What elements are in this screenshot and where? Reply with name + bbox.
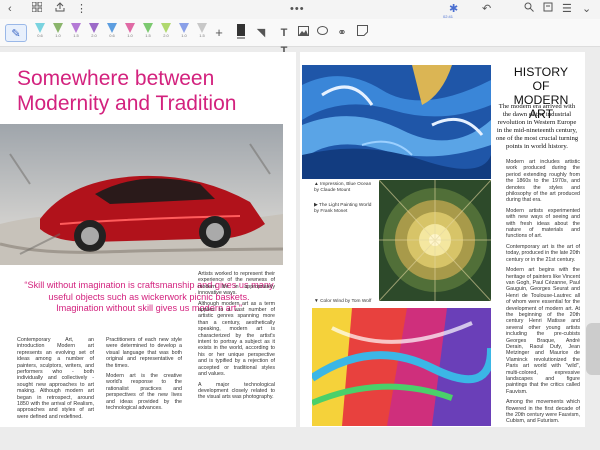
color-wind-painting — [312, 308, 491, 426]
pen-size-label: 2.0 — [91, 33, 97, 38]
light-painting-image — [379, 180, 491, 301]
image-tool-icon[interactable] — [297, 24, 309, 42]
side-panel-handle[interactable] — [586, 323, 600, 375]
pen-size-label: 1.5 — [199, 33, 205, 38]
body-paragraph: Modern art begins with the heritage of p… — [506, 267, 580, 395]
column-1-text: Contemporary Art, an introduction Modern… — [17, 337, 94, 420]
back-icon[interactable]: ‹ — [8, 2, 12, 16]
red-sports-car-image — [0, 124, 283, 265]
pen-size-label: 1.0 — [181, 33, 187, 38]
add-pen-button[interactable]: + — [213, 24, 225, 42]
pen-preset-1[interactable]: 0.6 — [33, 23, 47, 43]
pen-tip-icon — [53, 23, 63, 33]
pen-tip-icon — [197, 23, 207, 33]
column-2-text-a: Practitioners of each new style were det… — [106, 337, 182, 369]
menu-icon[interactable]: ☰ — [562, 2, 572, 16]
right-text-column: Modern art includes artistic work produc… — [506, 159, 580, 427]
column-3-text-a: Artists worked to represent their experi… — [198, 271, 275, 297]
comment-icon[interactable] — [316, 24, 328, 42]
pen-size-label: 2.0 — [163, 33, 169, 38]
text-column-2: Practitioners of each new style were det… — [106, 337, 182, 415]
body-paragraph: Among the movements which flowered in th… — [506, 399, 580, 425]
pen-tip-icon — [71, 23, 81, 33]
pen-tip-icon — [125, 23, 135, 33]
bookmark-icon[interactable] — [543, 2, 553, 16]
pen-preset-3[interactable]: 1.5 — [69, 23, 83, 43]
pen-preset-8[interactable]: 2.0 — [159, 23, 173, 43]
caption-3: ▼ Color Wind by Tom Wolf — [314, 299, 372, 304]
pen-size-label: 1.5 — [145, 33, 151, 38]
eraser-icon[interactable] — [235, 24, 247, 42]
text-tool-icon[interactable]: T​T — [278, 24, 290, 57]
sticky-note-icon[interactable] — [356, 24, 368, 42]
pen-tip-icon — [161, 23, 171, 33]
pen-tip-icon — [35, 23, 45, 33]
pen-tip-icon — [143, 23, 153, 33]
pen-preset-2[interactable]: 1.0 — [51, 23, 65, 43]
bottom-bar — [0, 436, 600, 450]
pen-preset-10[interactable]: 1.5 — [195, 23, 209, 43]
text-column-3: Artists worked to represent their experi… — [198, 271, 275, 405]
text-column-1: Contemporary Art, an introduction Modern… — [17, 337, 94, 424]
pen-tip-icon — [89, 23, 99, 33]
body-paragraph: Modern artists experimented with new way… — [506, 207, 580, 240]
body-paragraph: Modern art includes artistic work produc… — [506, 159, 580, 204]
column-3-text-b: Although modern art as a term applies to… — [198, 300, 275, 378]
pen-size-label: 1.0 — [127, 33, 133, 38]
pen-size-label: 0.6 — [37, 33, 43, 38]
ruler-icon[interactable]: ◥ — [255, 24, 267, 42]
pen-size-label: 1.0 — [55, 33, 61, 38]
share-icon[interactable] — [55, 2, 65, 16]
grid-icon[interactable] — [31, 1, 43, 16]
page-title: Somewhere between Modernity and Traditio… — [17, 67, 237, 115]
pen-preset-7[interactable]: 1.5 — [141, 23, 155, 43]
pen-preset-6[interactable]: 1.0 — [123, 23, 137, 43]
pen-preset-9[interactable]: 1.0 — [177, 23, 191, 43]
column-2-text-b: Modern art is the creative world's respo… — [106, 373, 182, 412]
intro-paragraph: The modern era arrived with the dawn of … — [495, 103, 579, 150]
body-paragraph: Contemporary art is the art of today, pr… — [506, 243, 580, 263]
left-page: Somewhere between Modernity and Traditio… — [0, 52, 296, 427]
more-icon[interactable]: ⋮ — [76, 2, 87, 16]
pen-tip-icon — [179, 23, 189, 33]
pen-toolbar: ✎ 0.6 1.0 1.5 2.0 0.6 1.0 1.5 2.0 1.0 1.5 + ◥ T​T… — [0, 19, 600, 57]
blue-ocean-painting — [302, 65, 491, 179]
search-icon[interactable] — [524, 2, 534, 16]
more-horizontal-icon[interactable]: ••• — [290, 2, 305, 16]
caption-1: ▲ Impression, Blue Ocean by Claude Mount — [314, 182, 372, 193]
link-icon[interactable]: ⚭ — [335, 24, 349, 42]
top-bar: ‹ ⋮ ••• ✱ 02:41 ↶ ☰ ⌄ — [0, 0, 600, 19]
column-3-text-c: A major technological development closel… — [198, 381, 275, 401]
right-page: HISTORY OF MODERN ART The modern era arr… — [300, 52, 585, 427]
pen-size-label: 1.5 — [73, 33, 79, 38]
expand-icon[interactable]: ⌄ — [582, 2, 591, 16]
caption-2: ▶ The Light Painting World by Frank Mone… — [314, 203, 372, 214]
pen-tip-icon — [107, 23, 117, 33]
pen-size-label: 0.6 — [109, 33, 115, 38]
pen-preset-5[interactable]: 0.6 — [105, 23, 119, 43]
pen-preset-4[interactable]: 2.0 — [87, 23, 101, 43]
undo-icon[interactable]: ↶ — [482, 2, 491, 16]
lasso-pen-icon[interactable]: ✎ — [5, 24, 27, 42]
